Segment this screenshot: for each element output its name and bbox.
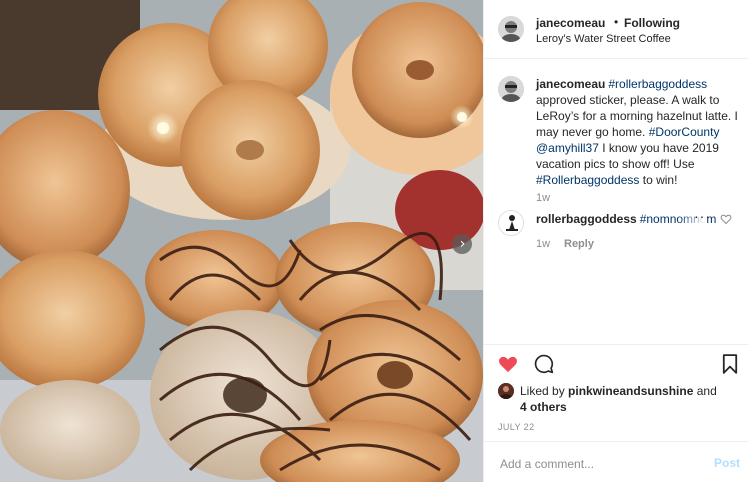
liker-username[interactable]: pinkwineandsunshine xyxy=(568,384,693,398)
post-photo[interactable]: › xyxy=(0,0,483,482)
chevron-right-icon: › xyxy=(459,236,466,252)
caption-time[interactable]: 1w xyxy=(536,192,550,204)
comments-area[interactable]: janecomeau #rollerbaggoddess approved sti… xyxy=(484,58,748,344)
post-date[interactable]: JULY 22 xyxy=(498,422,535,432)
comment-bubble-icon[interactable] xyxy=(534,354,554,379)
next-photo-button[interactable]: › xyxy=(452,234,472,254)
post-actions: Liked by pinkwineandsunshine and 4 other… xyxy=(484,344,748,483)
add-comment-input[interactable] xyxy=(498,453,692,475)
post-sidebar: janecomeau • Following Leroy's Water Str… xyxy=(483,0,748,482)
commenter-avatar[interactable] xyxy=(498,210,524,236)
comment-time[interactable]: 1w xyxy=(536,238,550,250)
add-comment-bar: Post xyxy=(484,441,748,484)
liked-by-prefix: Liked by xyxy=(520,384,569,398)
liked-by-text: Liked by pinkwineandsunshine and xyxy=(520,383,717,399)
hashtag-link[interactable]: #DoorCounty xyxy=(649,125,720,139)
more-options-icon[interactable]: ··· xyxy=(694,208,711,224)
caption-text: janecomeau #rollerbaggoddess approved sti… xyxy=(536,76,746,188)
heart-outline-icon[interactable] xyxy=(720,212,732,230)
caption-username[interactable]: janecomeau xyxy=(536,77,605,91)
pastry-photo-illustration xyxy=(0,0,483,482)
mention-link[interactable]: @amyhill37 xyxy=(536,141,599,155)
instagram-post: › janecomeau • Following Leroy's Water S… xyxy=(0,0,748,482)
author-avatar[interactable] xyxy=(498,16,524,42)
hashtag-link[interactable]: #Rollerbaggoddess xyxy=(536,173,639,187)
commenter-username[interactable]: rollerbaggoddess xyxy=(536,212,637,226)
liker-avatar[interactable] xyxy=(498,383,514,399)
author-username[interactable]: janecomeau xyxy=(536,16,605,30)
hashtag-link[interactable]: #rollerbaggoddess xyxy=(608,77,707,91)
following-button[interactable]: Following xyxy=(624,16,680,30)
caption-avatar[interactable] xyxy=(498,76,524,102)
location-link[interactable]: Leroy's Water Street Coffee xyxy=(536,33,671,45)
reply-button[interactable]: Reply xyxy=(564,238,594,250)
post-button[interactable]: Post xyxy=(714,456,740,470)
liked-by-suffix: and xyxy=(693,384,717,398)
bookmark-icon[interactable] xyxy=(722,354,738,379)
header-separator: • xyxy=(614,15,619,29)
others-link[interactable]: 4 others xyxy=(520,400,567,414)
caption-body: to win! xyxy=(639,173,678,187)
post-header: janecomeau • Following Leroy's Water Str… xyxy=(484,0,748,59)
heart-filled-icon[interactable] xyxy=(498,355,518,378)
